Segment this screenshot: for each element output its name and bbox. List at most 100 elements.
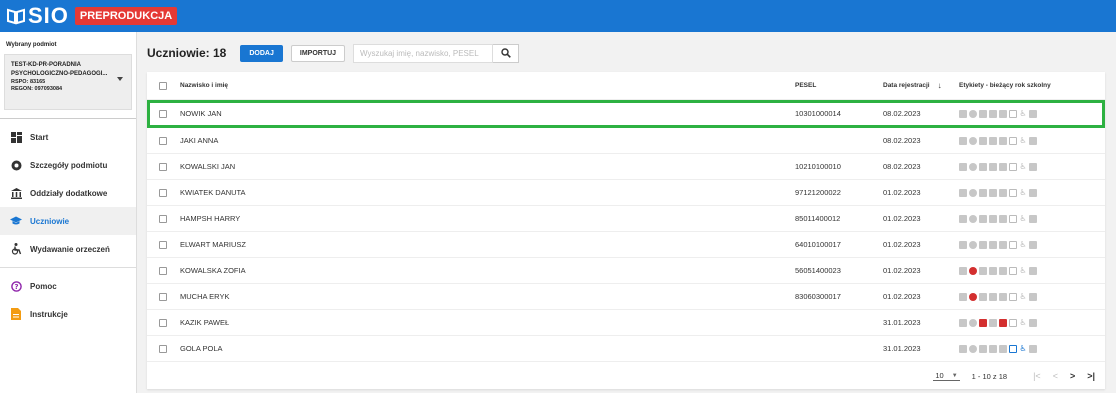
tag-info-icon[interactable]	[959, 266, 967, 275]
tag-calendar-icon[interactable]	[989, 318, 997, 327]
tag-clock-icon[interactable]	[969, 136, 977, 145]
tag-medical-icon[interactable]	[979, 292, 987, 301]
tag-grid-icon[interactable]	[999, 214, 1007, 223]
tag-add-icon[interactable]	[1029, 292, 1037, 301]
tag-clock-icon[interactable]	[969, 344, 977, 353]
row-checkbox[interactable]	[158, 292, 167, 301]
tag-grid-icon[interactable]	[999, 136, 1007, 145]
tag-bookmark-icon[interactable]	[1009, 109, 1017, 118]
tag-clock-icon[interactable]	[969, 266, 977, 275]
tag-grid-icon[interactable]	[999, 162, 1007, 171]
tag-calendar-icon[interactable]	[989, 240, 997, 249]
tag-clock-icon[interactable]	[969, 109, 977, 118]
tag-medical-icon[interactable]	[979, 109, 987, 118]
column-header-pesel[interactable]: PESEL	[795, 82, 883, 89]
subject-selector[interactable]: TEST-KD-PR-PORADNIA PSYCHOLOGICZNO-PEDAG…	[4, 54, 132, 110]
sidebar-item-students[interactable]: Uczniowie	[0, 207, 136, 235]
sidebar-item-help[interactable]: ? Pomoc	[0, 272, 136, 300]
tag-info-icon[interactable]	[959, 188, 967, 197]
tag-calendar-icon[interactable]	[989, 162, 997, 171]
tag-accessibility-icon[interactable]: ♿	[1019, 344, 1027, 353]
tag-medical-icon[interactable]	[979, 318, 987, 327]
tag-info-icon[interactable]	[959, 318, 967, 327]
table-row[interactable]: KAZIK PAWEŁ 31.01.2023 ♿	[147, 310, 1105, 336]
tag-accessibility-icon[interactable]: ♿	[1019, 292, 1027, 301]
tag-clock-icon[interactable]	[969, 318, 977, 327]
tag-accessibility-icon[interactable]: ♿	[1019, 214, 1027, 223]
tag-grid-icon[interactable]	[999, 292, 1007, 301]
tag-calendar-icon[interactable]	[989, 344, 997, 353]
tag-bookmark-icon[interactable]	[1009, 162, 1017, 171]
table-row[interactable]: KOWALSKA ZOFIA 56051400023 01.02.2023 ♿	[147, 258, 1105, 284]
tag-add-icon[interactable]	[1029, 214, 1037, 223]
table-row[interactable]: HAMPSH HARRY 85011400012 01.02.2023 ♿	[147, 206, 1105, 232]
tag-bookmark-icon[interactable]	[1009, 188, 1017, 197]
tag-medical-icon[interactable]	[979, 214, 987, 223]
add-student-button[interactable]: DODAJ	[240, 44, 283, 62]
tag-medical-icon[interactable]	[979, 240, 987, 249]
search-input[interactable]	[353, 43, 494, 63]
tag-info-icon[interactable]	[959, 214, 967, 223]
tag-accessibility-icon[interactable]: ♿	[1019, 240, 1027, 249]
row-checkbox[interactable]	[158, 188, 167, 197]
tag-grid-icon[interactable]	[999, 344, 1007, 353]
per-page-select[interactable]: 10 ▼	[933, 371, 960, 381]
tag-bookmark-icon[interactable]	[1009, 136, 1017, 145]
last-page-icon[interactable]: >|	[1087, 371, 1095, 381]
tag-add-icon[interactable]	[1029, 136, 1037, 145]
row-checkbox[interactable]	[158, 109, 167, 118]
tag-calendar-icon[interactable]	[989, 109, 997, 118]
tag-info-icon[interactable]	[959, 240, 967, 249]
tag-grid-icon[interactable]	[999, 188, 1007, 197]
tag-clock-icon[interactable]	[969, 240, 977, 249]
tag-calendar-icon[interactable]	[989, 266, 997, 275]
row-checkbox[interactable]	[158, 136, 167, 145]
tag-medical-icon[interactable]	[979, 136, 987, 145]
tag-calendar-icon[interactable]	[989, 292, 997, 301]
tag-info-icon[interactable]	[959, 136, 967, 145]
table-row[interactable]: JAKI ANNA 08.02.2023 ♿	[147, 128, 1105, 154]
tag-accessibility-icon[interactable]: ♿	[1019, 162, 1027, 171]
tag-accessibility-icon[interactable]: ♿	[1019, 109, 1027, 118]
tag-bookmark-icon[interactable]	[1009, 214, 1017, 223]
search-button[interactable]	[493, 43, 520, 63]
tag-grid-icon[interactable]	[999, 266, 1007, 275]
tag-medical-icon[interactable]	[979, 188, 987, 197]
tag-info-icon[interactable]	[959, 344, 967, 353]
import-button[interactable]: IMPORTUJ	[290, 44, 346, 62]
tag-calendar-icon[interactable]	[989, 214, 997, 223]
tag-add-icon[interactable]	[1029, 109, 1037, 118]
tag-add-icon[interactable]	[1029, 344, 1037, 353]
row-checkbox[interactable]	[158, 266, 167, 275]
tag-medical-icon[interactable]	[979, 344, 987, 353]
column-header-date[interactable]: Data rejestracji ↓	[883, 81, 959, 90]
sidebar-item-subject-details[interactable]: Szczegóły podmiotu	[0, 151, 136, 179]
tag-medical-icon[interactable]	[979, 266, 987, 275]
sidebar-item-instructions[interactable]: Instrukcje	[0, 300, 136, 328]
table-row[interactable]: KWIATEK DANUTA 97121200022 01.02.2023 ♿	[147, 180, 1105, 206]
tag-grid-icon[interactable]	[999, 318, 1007, 327]
tag-add-icon[interactable]	[1029, 318, 1037, 327]
tag-accessibility-icon[interactable]: ♿	[1019, 188, 1027, 197]
tag-clock-icon[interactable]	[969, 188, 977, 197]
tag-accessibility-icon[interactable]: ♿	[1019, 318, 1027, 327]
tag-calendar-icon[interactable]	[989, 188, 997, 197]
row-checkbox[interactable]	[158, 214, 167, 223]
table-row[interactable]: MUCHA ERYK 83060300017 01.02.2023 ♿	[147, 284, 1105, 310]
row-checkbox[interactable]	[158, 162, 167, 171]
tag-info-icon[interactable]	[959, 109, 967, 118]
tag-medical-icon[interactable]	[979, 162, 987, 171]
tag-clock-icon[interactable]	[969, 162, 977, 171]
tag-add-icon[interactable]	[1029, 162, 1037, 171]
tag-grid-icon[interactable]	[999, 240, 1007, 249]
sidebar-item-start[interactable]: Start	[0, 123, 136, 151]
next-page-icon[interactable]: >	[1070, 371, 1075, 381]
previous-page-icon[interactable]: <	[1053, 371, 1058, 381]
tag-add-icon[interactable]	[1029, 266, 1037, 275]
tag-info-icon[interactable]	[959, 162, 967, 171]
row-checkbox[interactable]	[158, 240, 167, 249]
table-row[interactable]: ELWART MARIUSZ 64010100017 01.02.2023 ♿	[147, 232, 1105, 258]
tag-grid-icon[interactable]	[999, 109, 1007, 118]
tag-add-icon[interactable]	[1029, 240, 1037, 249]
sidebar-item-additional-units[interactable]: Oddziały dodatkowe	[0, 179, 136, 207]
